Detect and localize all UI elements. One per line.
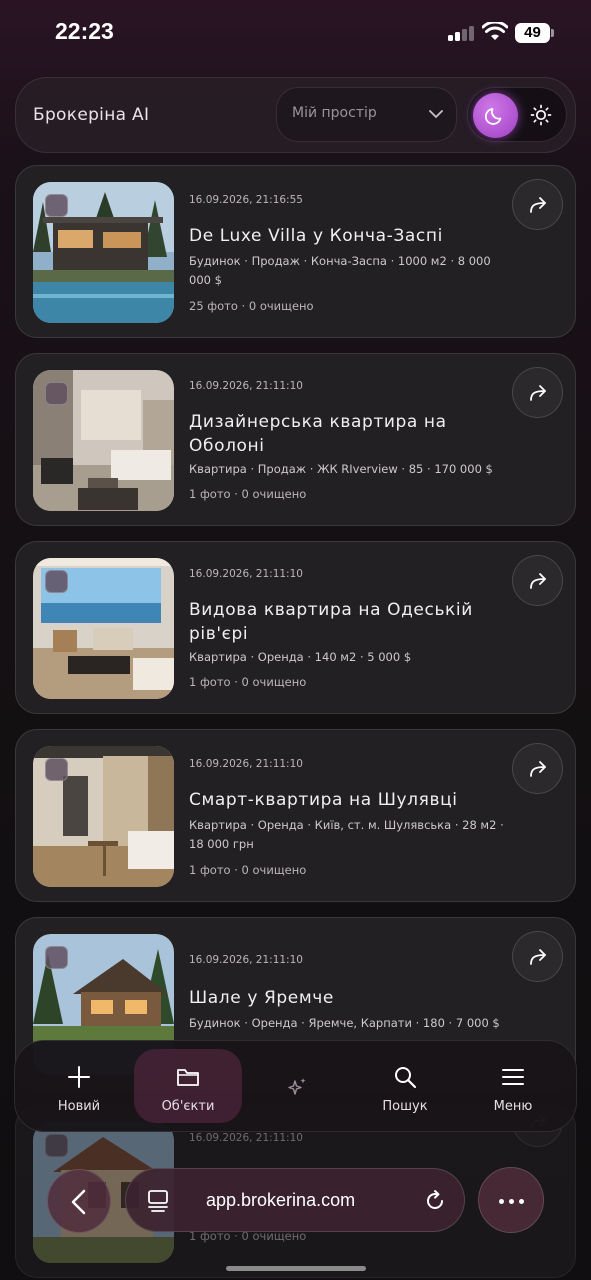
listing-date: 16.09.2026, 21:11:10 [189, 568, 303, 580]
listing-photo [33, 182, 174, 323]
brand-title: Брокеріна AI [33, 105, 150, 125]
wifi-icon [482, 22, 508, 40]
share-arrow-icon [530, 949, 546, 965]
browser-toolbar: app.brokerina.com [0, 1160, 591, 1240]
listing-date: 16.09.2026, 21:11:10 [189, 758, 303, 770]
home-indicator [226, 1266, 366, 1271]
share-arrow-icon [530, 761, 546, 777]
listing-card[interactable]: 16.09.2026, 21:11:10 Дизайнерська кварти… [15, 353, 576, 526]
share-button[interactable] [512, 367, 563, 418]
listing-title: De Luxe Villa у Конча-Заспі [189, 226, 443, 246]
url-text: app.brokerina.com [206, 1190, 356, 1210]
select-checkbox[interactable] [45, 194, 68, 217]
nav-objects[interactable]: Об'єкти [134, 1049, 242, 1123]
listing-meta: Будинок · Продаж · Конча-Заспа · 1000 м2… [189, 254, 491, 287]
tabs-icon [148, 1190, 168, 1212]
nav-new[interactable]: Новий [25, 1049, 133, 1123]
listing-date: 16.09.2026, 21:11:10 [189, 1132, 303, 1144]
listing-date: 16.09.2026, 21:16:55 [189, 194, 303, 206]
more-dot [499, 1199, 504, 1204]
listing-photo [33, 746, 174, 887]
app-header: Брокеріна AI Мій простір [15, 77, 576, 153]
dark-mode-button[interactable] [473, 93, 518, 138]
chevron-down-icon [429, 110, 443, 118]
listing-meta: Квартира · Оренда · 140 м2 · 5 000 $ [189, 650, 412, 664]
share-arrow-icon [530, 573, 546, 589]
nav-new-label: Новий [57, 1099, 101, 1114]
share-arrow-icon [530, 385, 546, 401]
listing-meta: Квартира · Оренда · Київ, ст. м. Шулявсь… [189, 818, 504, 851]
sparkle-icon [288, 1078, 306, 1095]
select-checkbox[interactable] [45, 758, 68, 781]
theme-toggle [467, 87, 567, 142]
battery-indicator: 49 [515, 23, 550, 43]
select-checkbox[interactable] [45, 946, 68, 969]
listing-card[interactable]: 16.09.2026, 21:11:10 Смарт-квартира на Ш… [15, 729, 576, 902]
listing-date: 16.09.2026, 21:11:10 [189, 954, 303, 966]
share-arrow-icon [530, 197, 546, 213]
share-button[interactable] [512, 743, 563, 794]
nav-menu-label: Меню [493, 1099, 533, 1114]
browser-more-button[interactable] [478, 1167, 544, 1233]
listing-title: Смарт-квартира на Шулявці [189, 790, 458, 810]
listing-date: 16.09.2026, 21:11:10 [189, 380, 303, 392]
listing-stats: 1 фото · 0 очищено [189, 675, 307, 689]
plus-icon [68, 1066, 90, 1088]
share-button[interactable] [512, 179, 563, 230]
listing-title: Дизайнерська квартира на Оболоні [189, 412, 447, 456]
listing-card[interactable]: 16.09.2026, 21:16:55 De Luxe Villa у Кон… [15, 165, 576, 338]
listing-title: Шале у Яремче [189, 988, 334, 1008]
listing-stats: 1 фото · 0 очищено [189, 863, 307, 877]
listing-card[interactable]: 16.09.2026, 21:11:10 Видова квартира на … [15, 541, 576, 714]
listing-title: Видова квартира на Одеській рів'єрі [189, 600, 473, 644]
listing-photo [33, 558, 174, 699]
listing-stats: 25 фото · 0 очищено [189, 299, 314, 313]
cellular-signal-icon [448, 25, 476, 41]
address-bar[interactable]: app.brokerina.com [125, 1168, 465, 1232]
moon-icon [485, 108, 502, 125]
workspace-select[interactable]: Мій простір [276, 87, 457, 142]
workspace-select-label: Мій простір [292, 105, 377, 121]
select-checkbox[interactable] [45, 382, 68, 405]
search-icon [395, 1067, 417, 1089]
sun-icon[interactable] [530, 104, 552, 126]
battery-tip [551, 29, 554, 37]
nav-objects-label: Об'єкти [161, 1099, 215, 1114]
more-dot [519, 1199, 524, 1204]
status-time: 22:23 [55, 18, 114, 44]
nav-menu[interactable]: Меню [459, 1049, 567, 1123]
share-button[interactable] [512, 555, 563, 606]
more-dot [509, 1199, 514, 1204]
nav-search[interactable]: Пошук [351, 1049, 459, 1123]
select-checkbox[interactable] [45, 1134, 68, 1157]
nav-search-label: Пошук [382, 1099, 428, 1114]
listing-photo [33, 370, 174, 511]
menu-icon [502, 1069, 524, 1085]
chevron-left-icon [71, 1189, 86, 1215]
listing-meta: Квартира · Продаж · ЖК RIverview · 85 · … [189, 462, 493, 476]
select-checkbox[interactable] [45, 570, 68, 593]
share-button[interactable] [512, 931, 563, 982]
reload-icon[interactable] [423, 1189, 447, 1213]
bottom-nav: Новий Об'єкти Пошук Меню [14, 1040, 577, 1132]
folder-icon [177, 1069, 199, 1086]
browser-back-button[interactable] [47, 1169, 111, 1233]
listing-meta: Будинок · Оренда · Яремче, Карпати · 180… [189, 1016, 500, 1030]
listing-stats: 1 фото · 0 очищено [189, 487, 307, 501]
nav-ai[interactable] [243, 1049, 351, 1123]
status-bar: 22:23 49 [0, 0, 591, 70]
